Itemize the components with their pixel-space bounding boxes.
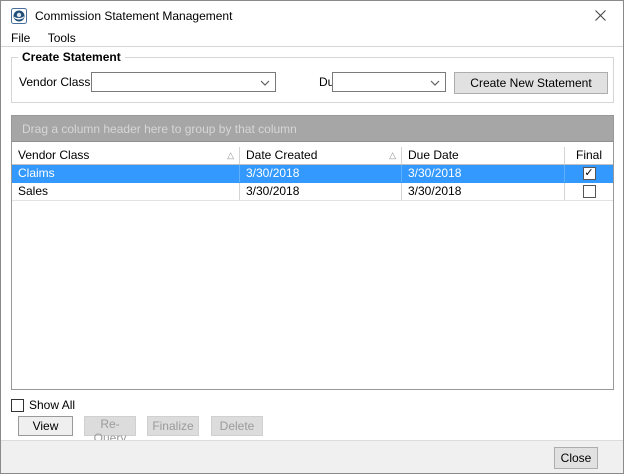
bottom-strip: Close [1,440,623,473]
cell-final [565,183,613,200]
vendor-class-dropdown[interactable] [91,72,276,92]
finalize-button: Finalize [147,416,199,436]
show-all-label: Show All [29,398,75,412]
close-icon [595,10,606,21]
cell-due-date: 3/30/2018 [402,183,565,200]
statements-grid: Drag a column header here to group by th… [11,115,614,390]
window-title: Commission Statement Management [35,9,232,23]
cell-due-date: 3/30/2018 [402,165,565,182]
cell-date-created: 3/30/2018 [240,183,402,200]
menu-file[interactable]: File [11,31,30,45]
cell-date-created: 3/30/2018 [240,165,402,182]
menu-tools[interactable]: Tools [48,31,76,45]
window-close-button[interactable] [578,1,623,30]
show-all-checkbox[interactable] [11,399,24,412]
view-button[interactable]: View [18,416,73,436]
column-header-vendor-class[interactable]: Vendor Class △ [12,147,240,164]
menu-bar: File Tools [1,31,623,47]
create-statement-group-label: Create Statement [18,50,125,64]
table-row[interactable]: Claims 3/30/2018 3/30/2018 ✓ [12,165,613,183]
create-new-statement-button[interactable]: Create New Statement [454,72,608,94]
table-row[interactable]: Sales 3/30/2018 3/30/2018 [12,183,613,201]
vendor-class-label: Vendor Class: [19,72,94,92]
column-header-date-created[interactable]: Date Created △ [240,147,402,164]
sort-asc-icon: △ [227,148,234,163]
final-checkbox-unchecked[interactable] [583,185,596,198]
app-icon [11,8,27,24]
cell-final: ✓ [565,165,613,182]
group-by-band[interactable]: Drag a column header here to group by th… [12,116,613,142]
column-header-final[interactable]: Final [565,147,613,164]
due-date-dropdown[interactable] [332,72,446,92]
sort-asc-icon: △ [389,148,396,163]
title-bar: Commission Statement Management [1,1,623,31]
delete-button: Delete [211,416,263,436]
grid-header-row: Vendor Class △ Date Created △ Due Date F… [12,147,613,165]
commission-statement-window: Commission Statement Management File Too… [0,0,624,474]
re-query-button: Re-Query [84,416,136,436]
close-button[interactable]: Close [554,447,598,469]
cell-vendor-class: Sales [12,183,240,200]
final-checkbox-checked[interactable]: ✓ [583,167,596,180]
chevron-down-icon [260,80,270,86]
column-header-due-date[interactable]: Due Date [402,147,565,164]
chevron-down-icon [430,80,440,86]
cell-vendor-class: Claims [12,165,240,182]
